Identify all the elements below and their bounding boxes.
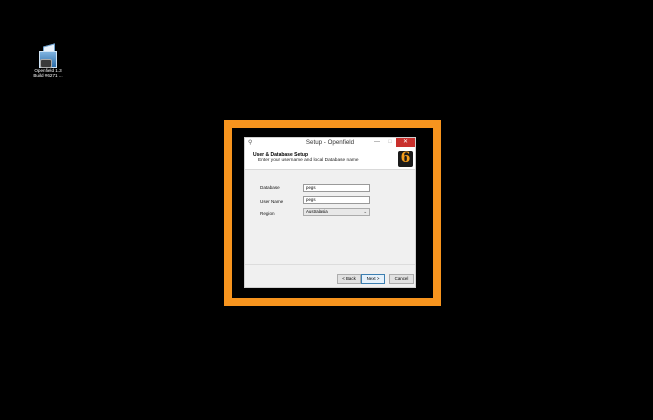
cancel-button[interactable]: Cancel bbox=[389, 274, 414, 284]
desktop-icon-label: Openfield 1.3 Build #6271 ... bbox=[33, 68, 63, 79]
back-button[interactable]: < Back bbox=[337, 274, 361, 284]
username-input[interactable]: pegs bbox=[303, 196, 370, 204]
database-input[interactable]: pegs bbox=[303, 184, 370, 192]
close-button[interactable]: ✕ bbox=[396, 138, 415, 147]
header-subtitle: Enter your username and local Database n… bbox=[258, 158, 359, 163]
installer-icon bbox=[38, 43, 58, 68]
dialog-header: User & Database Setup Enter your usernam… bbox=[245, 148, 415, 170]
openfield-logo: 6 bbox=[398, 150, 413, 167]
region-label: Region bbox=[260, 211, 275, 216]
region-select[interactable]: Australasia ⌄ bbox=[303, 208, 370, 216]
username-label: User Name bbox=[260, 199, 284, 204]
chevron-down-icon: ⌄ bbox=[363, 209, 367, 214]
minimize-button[interactable]: — bbox=[371, 138, 383, 147]
desktop-installer-shortcut[interactable]: Openfield 1.3 Build #6271 ... bbox=[30, 43, 66, 79]
maximize-button[interactable]: □ bbox=[384, 138, 396, 147]
next-button[interactable]: Next > bbox=[361, 274, 385, 284]
logo-glyph: 6 bbox=[400, 150, 411, 166]
footer-divider bbox=[245, 264, 415, 265]
database-label: Database bbox=[260, 185, 280, 190]
region-value: Australasia bbox=[306, 209, 328, 214]
title-bar[interactable]: ⚲ Setup - Openfield — □ ✕ bbox=[245, 138, 415, 148]
setup-dialog: ⚲ Setup - Openfield — □ ✕ User & Databas… bbox=[244, 137, 416, 288]
